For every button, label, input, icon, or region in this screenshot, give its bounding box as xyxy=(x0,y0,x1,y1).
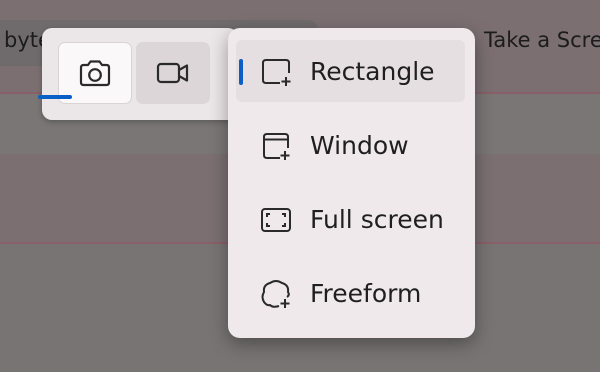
menu-item-window[interactable]: Window xyxy=(236,114,465,176)
camera-icon xyxy=(79,60,111,87)
menu-item-label: Full screen xyxy=(310,205,444,234)
menu-item-full-screen[interactable]: Full screen xyxy=(236,188,465,250)
freeform-snip-icon xyxy=(261,280,290,308)
selected-mode-indicator xyxy=(38,95,72,99)
capture-mode-toolbar xyxy=(42,28,238,120)
video-camera-icon xyxy=(156,62,189,84)
background-page-text: Take a Scre xyxy=(484,28,600,52)
selection-accent-bar xyxy=(239,59,243,85)
snip-mode-menu: Rectangle Window Full screen Freeform xyxy=(228,28,475,338)
menu-item-label: Rectangle xyxy=(310,57,435,86)
window-snip-icon xyxy=(263,133,290,160)
menu-item-label: Window xyxy=(310,131,409,160)
rectangle-snip-icon xyxy=(262,59,291,86)
menu-item-rectangle[interactable]: Rectangle xyxy=(236,40,465,102)
video-mode-button[interactable] xyxy=(136,42,210,104)
menu-item-label: Freeform xyxy=(310,279,422,308)
fullscreen-snip-icon xyxy=(261,208,291,232)
menu-item-freeform[interactable]: Freeform xyxy=(236,262,465,324)
